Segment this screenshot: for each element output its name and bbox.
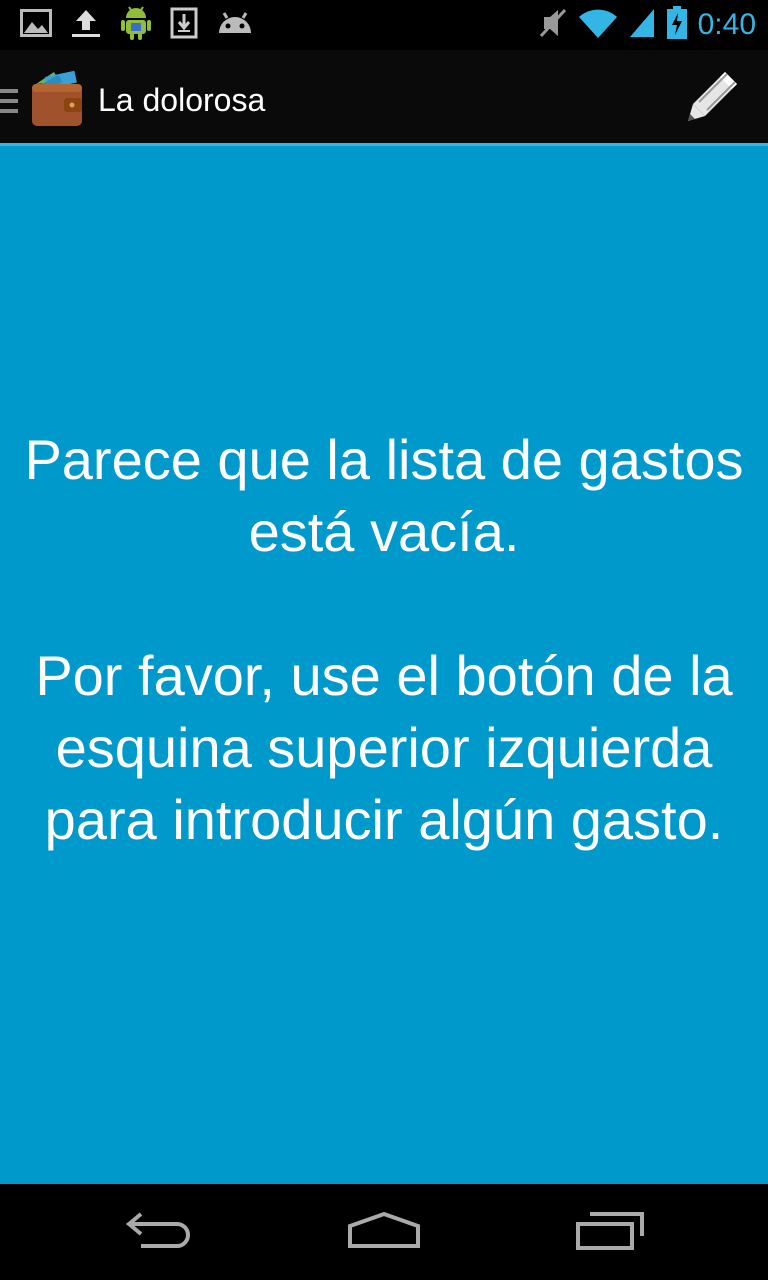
mute-icon [538, 7, 568, 44]
recents-button[interactable] [562, 1204, 658, 1260]
upload-icon [70, 8, 102, 43]
system-icons: 0:40 [538, 5, 756, 45]
battery-charging-icon [666, 5, 688, 45]
android-head-icon [216, 9, 254, 42]
recents-icon [574, 1210, 646, 1255]
wifi-icon [578, 7, 618, 44]
status-bar: 0:40 [0, 0, 768, 50]
wallet-app-icon[interactable] [30, 70, 84, 128]
status-time: 0:40 [697, 8, 756, 41]
drawer-toggle-icon[interactable] [0, 86, 20, 116]
back-button[interactable] [112, 1204, 208, 1260]
download-icon [170, 7, 198, 44]
image-icon [20, 8, 52, 42]
app-title: La dolorosa [98, 82, 266, 118]
android-icon [120, 4, 152, 47]
notification-icons [20, 5, 254, 44]
home-button[interactable] [336, 1204, 432, 1260]
screen: 0:40 La dolorosa Parece que la lista de … [0, 0, 768, 1280]
signal-icon [628, 7, 656, 44]
pencil-icon [685, 68, 741, 129]
expense-list-empty-view: Parece que la lista de gastos está vacía… [0, 146, 768, 1184]
back-icon [125, 1210, 195, 1255]
home-icon [346, 1210, 422, 1255]
edit-button[interactable] [670, 60, 756, 136]
navigation-bar [0, 1184, 768, 1280]
empty-list-message: Parece que la lista de gastos está vacía… [24, 428, 744, 851]
